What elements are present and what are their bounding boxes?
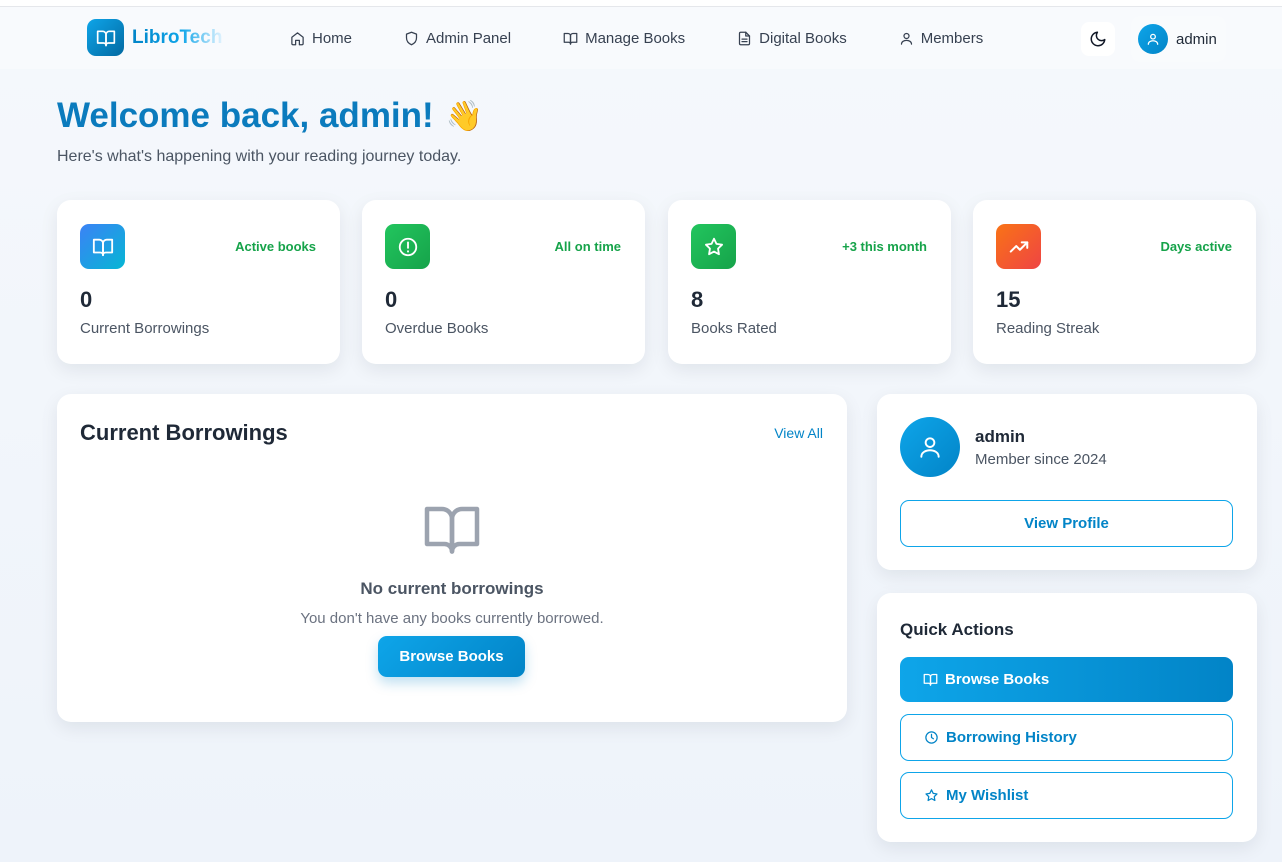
trending-up-icon xyxy=(996,224,1041,269)
welcome-subtitle: Here's what's happening with your readin… xyxy=(57,148,462,165)
view-profile-button[interactable]: View Profile xyxy=(900,500,1233,547)
stat-tag: All on time xyxy=(554,239,621,254)
stat-tag: Days active xyxy=(1160,239,1232,254)
document-icon xyxy=(739,31,751,45)
nav-home[interactable]: Home xyxy=(290,30,352,47)
nav-manage-books-label: Manage Books xyxy=(585,29,686,47)
profile-card: admin Member since 2024 View Profile xyxy=(877,394,1257,570)
book-open-icon xyxy=(422,499,482,564)
nav-admin-panel-label: Admin Panel xyxy=(426,29,512,47)
browse-books-button[interactable]: Browse Books xyxy=(378,636,525,677)
section-title: Quick Actions xyxy=(900,620,1014,639)
nav-home-label: Home xyxy=(312,29,353,47)
quick-action-label: Borrowing History xyxy=(946,729,1077,746)
shield-icon xyxy=(405,31,418,45)
quick-action-label: Browse Books xyxy=(945,671,1050,688)
welcome-title: Welcome back, admin! xyxy=(57,96,434,135)
nav-members[interactable]: Members xyxy=(899,29,984,47)
user-menu-button[interactable]: admin xyxy=(1131,16,1226,62)
theme-toggle-button[interactable] xyxy=(1081,22,1115,56)
nav-admin-panel[interactable]: Admin Panel xyxy=(404,30,511,47)
star-icon xyxy=(925,789,938,802)
waving-hand-icon: 👋 xyxy=(445,99,484,133)
stat-label: Current Borrowings xyxy=(80,320,210,337)
user-icon xyxy=(1147,33,1159,45)
book-open-icon xyxy=(563,32,578,45)
alert-circle-icon xyxy=(385,224,430,269)
nav-digital-books[interactable]: Digital Books xyxy=(737,30,847,47)
empty-state-title: No current borrowings xyxy=(360,579,544,598)
quick-action-my-wishlist[interactable]: My Wishlist xyxy=(900,772,1233,819)
stat-tag: +3 this month xyxy=(842,239,927,254)
home-icon xyxy=(291,31,304,45)
stat-card-reading-streak: Days active 15 Reading Streak xyxy=(973,200,1256,364)
user-icon xyxy=(920,437,940,458)
user-name: admin xyxy=(1176,30,1217,48)
brand[interactable]: LibroTech xyxy=(87,19,222,56)
stat-label: Reading Streak xyxy=(996,320,1100,337)
avatar xyxy=(900,417,960,477)
view-all-link[interactable]: View All xyxy=(774,425,823,441)
stat-label: Overdue Books xyxy=(385,320,489,337)
stat-card-current-borrowings: Active books 0 Current Borrowings xyxy=(57,200,340,364)
book-open-icon xyxy=(923,673,938,686)
stat-tag: Active books xyxy=(235,239,316,254)
window-top-edge xyxy=(0,0,1282,7)
avatar xyxy=(1138,24,1168,54)
member-since: Member since 2024 xyxy=(975,451,1107,468)
section-title: Current Borrowings xyxy=(80,420,288,445)
stat-value: 0 xyxy=(385,287,398,312)
stat-value: 8 xyxy=(691,287,704,312)
quick-actions-panel: Quick Actions Browse Books Borrowing His… xyxy=(877,593,1257,842)
top-navbar: LibroTech Home Admin Panel Manage Books … xyxy=(0,7,1282,69)
brand-name: LibroTech xyxy=(132,26,223,48)
quick-action-browse-books[interactable]: Browse Books xyxy=(900,657,1233,702)
stat-value: 0 xyxy=(80,287,93,312)
clock-icon xyxy=(925,731,938,744)
book-open-icon xyxy=(87,19,124,56)
quick-action-borrowing-history[interactable]: Borrowing History xyxy=(900,714,1233,761)
moon-icon xyxy=(1090,31,1106,47)
stat-label: Books Rated xyxy=(691,320,777,337)
book-open-icon xyxy=(80,224,125,269)
nav-manage-books[interactable]: Manage Books xyxy=(563,30,685,47)
page-title: Welcome back, admin! 👋 xyxy=(57,96,483,136)
nav-digital-books-label: Digital Books xyxy=(759,29,847,47)
welcome-section: Welcome back, admin! 👋 Here's what's hap… xyxy=(57,96,483,166)
nav-members-label: Members xyxy=(920,29,984,47)
current-borrowings-panel: Current Borrowings View All No current b… xyxy=(57,394,847,722)
stat-card-overdue-books: All on time 0 Overdue Books xyxy=(362,200,645,364)
stat-card-books-rated: +3 this month 8 Books Rated xyxy=(668,200,951,364)
empty-state-text: You don't have any books currently borro… xyxy=(300,610,604,627)
user-icon xyxy=(900,32,912,45)
star-icon xyxy=(691,224,736,269)
main-nav: Home Admin Panel Manage Books Digital Bo… xyxy=(290,7,1035,69)
profile-name: admin xyxy=(975,427,1026,446)
stat-value: 15 xyxy=(996,287,1021,312)
quick-action-label: My Wishlist xyxy=(946,787,1029,804)
